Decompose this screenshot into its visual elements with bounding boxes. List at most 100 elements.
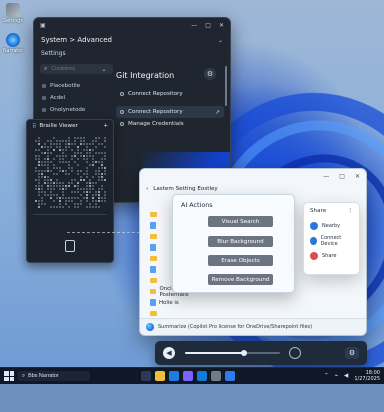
braille-dot — [101, 164, 103, 166]
braille-dot — [53, 137, 55, 139]
braille-dot — [59, 203, 61, 205]
blur-background-button[interactable]: Blur Background — [208, 236, 273, 247]
store-icon[interactable] — [183, 371, 193, 381]
share-item-share[interactable]: Share — [304, 248, 359, 263]
more-icon[interactable]: ⋮ — [347, 208, 353, 214]
braille-dot — [86, 206, 88, 208]
chevron-up-icon[interactable]: ⌃ — [324, 373, 329, 379]
braille-dot — [77, 185, 79, 187]
maximize-icon[interactable]: □ — [205, 22, 211, 29]
braille-dot — [68, 200, 70, 202]
braille-dot — [56, 185, 58, 187]
minimize-icon[interactable]: — — [191, 22, 197, 29]
minimize-icon[interactable]: — — [323, 173, 329, 180]
desktop: Settings Narrator ▣ — □ ✕ System > Advan… — [0, 0, 384, 412]
braille-dot — [50, 206, 52, 208]
settings-search-box[interactable]: ⌕ ⌄ — [40, 64, 113, 74]
gear-icon[interactable]: ⚙ — [204, 68, 216, 80]
settings-search-input[interactable] — [51, 66, 98, 72]
nav-item-icon — [42, 84, 46, 88]
close-icon[interactable]: ✕ — [355, 173, 360, 180]
nav-item[interactable]: Onolynetode — [40, 104, 113, 116]
task-view-icon[interactable] — [141, 371, 151, 381]
share-item-nearby[interactable]: Nearby — [304, 218, 359, 233]
braille-dot — [59, 185, 61, 187]
close-icon[interactable]: ✕ — [219, 22, 224, 29]
braille-dot — [86, 155, 88, 157]
connect-repository-row-selected[interactable]: Connect Repository ↗ — [116, 106, 224, 118]
braille-dot — [74, 179, 76, 181]
breadcrumb[interactable]: Lastem Setting Eostley — [153, 186, 218, 192]
volume-icon[interactable]: ◀ — [344, 373, 348, 379]
braille-dot — [98, 197, 100, 199]
connect-repository-row[interactable]: Connect Repository — [116, 88, 224, 100]
braille-dot — [98, 173, 100, 175]
braille-dot — [62, 182, 64, 184]
manage-credentials-row[interactable]: Manage Credentials — [116, 118, 224, 130]
braille-icon: ⠿ — [32, 122, 37, 130]
wifi-icon[interactable]: ⌁ — [335, 373, 338, 379]
start-button[interactable] — [4, 371, 14, 381]
braille-dot — [38, 176, 40, 178]
nav-item[interactable]: Acdel — [40, 92, 113, 104]
maximize-icon[interactable]: □ — [339, 173, 345, 180]
browser-icon[interactable] — [169, 371, 179, 381]
focus-circle-icon[interactable] — [289, 347, 301, 359]
braille-dot — [59, 161, 61, 163]
braille-dot — [68, 182, 70, 184]
braille-dot — [71, 155, 73, 157]
braille-dot — [71, 158, 73, 160]
remove-background-button[interactable]: Remove Background — [208, 274, 273, 285]
add-icon[interactable]: + — [103, 123, 108, 129]
settings-icon[interactable]: ⚙ — [345, 347, 359, 359]
braille-dot-matrix — [35, 137, 106, 208]
braille-dot — [83, 149, 85, 151]
volume-thumb[interactable] — [241, 350, 247, 356]
braille-dot — [86, 191, 88, 193]
desktop-icon-settings[interactable]: Settings — [2, 3, 24, 24]
braille-dot — [53, 143, 55, 145]
visual-search-button[interactable]: Visual Search — [208, 216, 273, 227]
braille-dot — [74, 143, 76, 145]
braille-dot — [53, 167, 55, 169]
braille-dot — [98, 176, 100, 178]
braille-dot — [104, 194, 106, 196]
braille-dot — [104, 200, 106, 202]
device-icon[interactable] — [65, 240, 75, 252]
clock[interactable]: 18:00 1/27/2025 — [354, 370, 380, 382]
volume-slider[interactable] — [185, 350, 280, 356]
braille-dot — [101, 179, 103, 181]
speaker-icon[interactable]: ◀ — [163, 347, 175, 359]
folder-icon — [150, 278, 157, 283]
erase-objects-button[interactable]: Erase Objects — [208, 255, 273, 266]
braille-dot — [98, 161, 100, 163]
mail-icon[interactable] — [197, 371, 207, 381]
braille-dot — [68, 146, 70, 148]
file-icon — [150, 266, 156, 273]
braille-dot — [38, 158, 40, 160]
chevron-down-icon[interactable]: ⌄ — [218, 37, 223, 44]
braille-dot — [53, 158, 55, 160]
status-text[interactable]: Summarize (Copilot Pro license for OneDr… — [158, 324, 312, 330]
settings-icon[interactable] — [211, 371, 221, 381]
braille-dot — [38, 140, 40, 142]
share-item-connect-device[interactable]: Connect Device — [304, 233, 359, 248]
braille-dot — [86, 161, 88, 163]
narrator-icon[interactable] — [225, 371, 235, 381]
taskbar-search[interactable]: ⌕ — [18, 371, 90, 381]
braille-dot — [92, 194, 94, 196]
nav-item[interactable]: Placebotile — [40, 80, 113, 92]
desktop-icon-narrator[interactable]: Narrator — [2, 33, 24, 54]
back-icon[interactable]: ‹ — [146, 186, 148, 192]
tree-row[interactable]: Holie is — [150, 297, 210, 308]
braille-dot — [41, 170, 43, 172]
braille-dot — [53, 182, 55, 184]
taskbar-search-input[interactable] — [28, 373, 77, 379]
file-explorer-icon[interactable] — [155, 371, 165, 381]
divider — [33, 214, 107, 215]
braille-dot — [89, 149, 91, 151]
scrollbar-thumb[interactable] — [225, 66, 227, 106]
folder-icon — [150, 256, 157, 261]
braille-dot — [38, 170, 40, 172]
braille-dot — [71, 200, 73, 202]
